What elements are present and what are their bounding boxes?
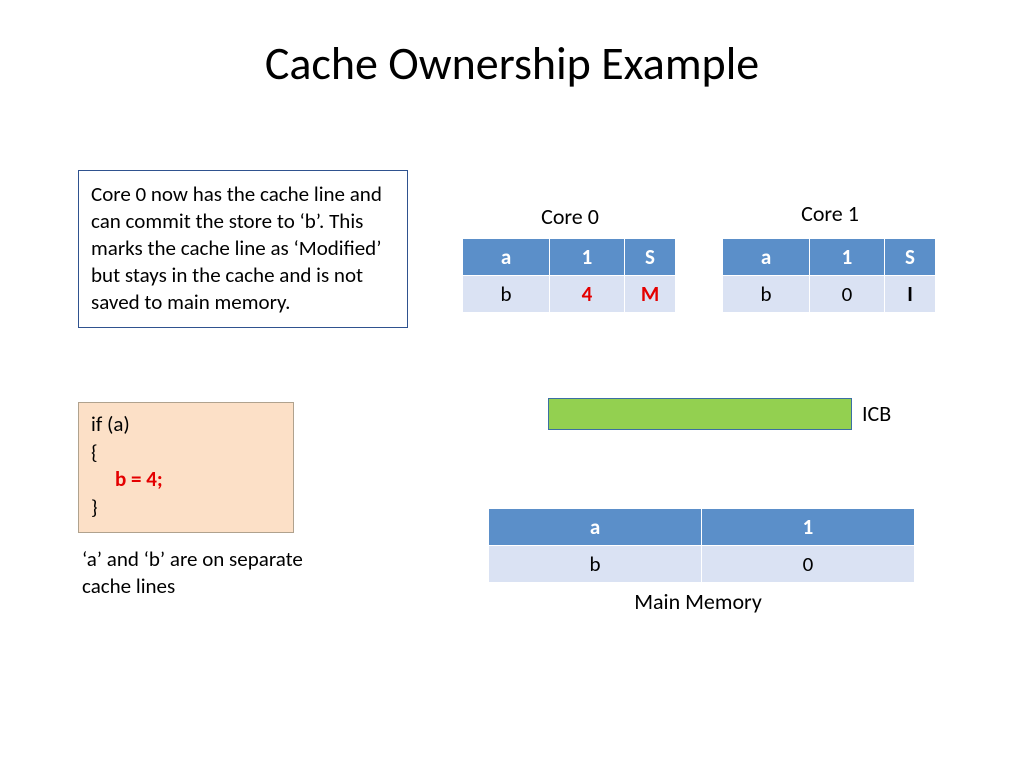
core0-r1-var: a [463, 239, 550, 276]
core1-r2-val: 0 [810, 276, 885, 313]
mem-r1-val: 1 [702, 509, 915, 546]
icb-bar [548, 398, 852, 430]
description-box: Core 0 now has the cache line and can co… [78, 170, 408, 328]
table-row: a 1 S [723, 239, 936, 276]
core0-r1-state: S [625, 239, 676, 276]
core0-r2-var: b [463, 276, 550, 313]
code-line-2: { [91, 439, 281, 467]
description-text: Core 0 now has the cache line and can co… [91, 181, 382, 315]
icb-label: ICB [862, 400, 891, 427]
mem-r2-var: b [489, 546, 702, 583]
core1-r2-var: b [723, 276, 810, 313]
table-row: b 0 I [723, 276, 936, 313]
core0-r2-state: M [625, 276, 676, 313]
code-box: if (a) { b = 4; } [78, 402, 294, 533]
core1-label: Core 1 [740, 200, 920, 227]
core1-r2-state: I [885, 276, 936, 313]
footnote-text: ‘a’ and ‘b’ are on separate cache lines [82, 546, 342, 600]
mem-r1-var: a [489, 509, 702, 546]
table-row: b 0 [489, 546, 915, 583]
code-line-3: b = 4; [91, 466, 281, 494]
core1-r1-state: S [885, 239, 936, 276]
main-memory-label: Main Memory [488, 588, 908, 615]
core0-r1-val: 1 [550, 239, 625, 276]
core0-label: Core 0 [480, 203, 660, 230]
mem-r2-val: 0 [702, 546, 915, 583]
code-line-1: if (a) [91, 411, 281, 439]
core0-cache-table: a 1 S b 4 M [462, 238, 676, 313]
core1-cache-table: a 1 S b 0 I [722, 238, 936, 313]
table-row: b 4 M [463, 276, 676, 313]
code-line-4: } [91, 494, 281, 522]
slide: Cache Ownership Example Core 0 now has t… [0, 0, 1024, 768]
main-memory-table: a 1 b 0 [488, 508, 915, 583]
core1-r1-var: a [723, 239, 810, 276]
table-row: a 1 S [463, 239, 676, 276]
slide-title: Cache Ownership Example [0, 36, 1024, 92]
core1-r1-val: 1 [810, 239, 885, 276]
table-row: a 1 [489, 509, 915, 546]
core0-r2-val: 4 [550, 276, 625, 313]
